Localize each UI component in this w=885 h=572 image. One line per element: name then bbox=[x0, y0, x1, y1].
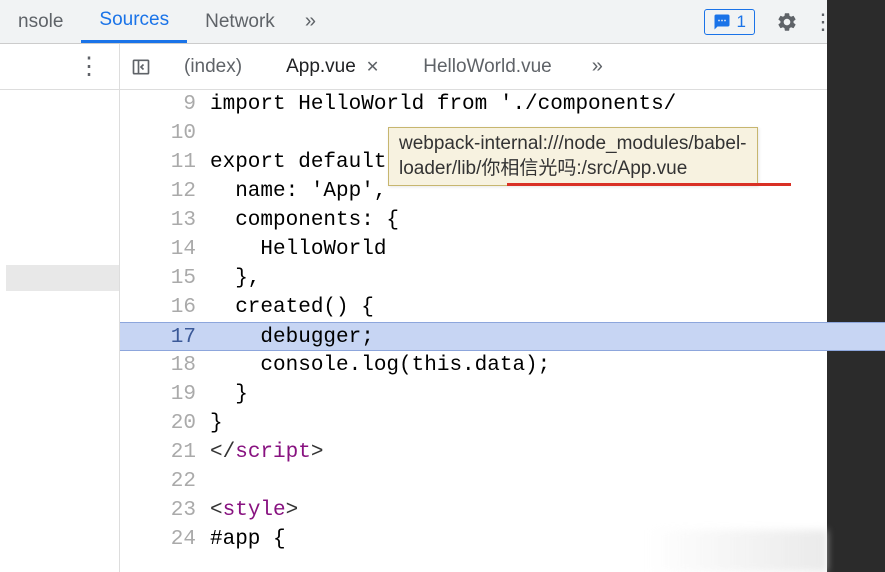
more-file-tabs-icon[interactable]: » bbox=[574, 55, 621, 78]
devtools-main-tabs: nsole Sources Network » 1 ⋮ bbox=[0, 0, 885, 44]
tab-network[interactable]: Network bbox=[187, 0, 293, 43]
line-number[interactable]: 18 bbox=[120, 351, 210, 380]
issues-count: 1 bbox=[737, 12, 746, 32]
line-number[interactable]: 14 bbox=[120, 235, 210, 264]
line-number[interactable]: 10 bbox=[120, 119, 210, 148]
tooltip-line-1: webpack-internal:///node_modules/babel- bbox=[399, 132, 747, 157]
line-number[interactable]: 11 bbox=[120, 148, 210, 177]
navigator-sidebar bbox=[0, 90, 120, 572]
file-tabs: (index) App.vue ✕ HelloWorld.vue » bbox=[162, 44, 885, 89]
line-number[interactable]: 17 bbox=[120, 323, 210, 350]
line-number[interactable]: 24 bbox=[120, 525, 210, 554]
code-line-22 bbox=[210, 467, 885, 496]
navigator-controls: ⋮ bbox=[0, 44, 120, 89]
sidebar-selected-item[interactable] bbox=[6, 265, 119, 291]
line-number[interactable]: 12 bbox=[120, 177, 210, 206]
tooltip-line-2: loader/lib/你相信光吗:/src/App.vue bbox=[399, 157, 747, 182]
navigator-menu-button[interactable]: ⋮ bbox=[77, 52, 101, 81]
red-underline-annotation bbox=[507, 183, 791, 186]
code-line-16: created() { bbox=[210, 293, 885, 322]
line-number[interactable]: 22 bbox=[120, 467, 210, 496]
sources-toolbar: ⋮ (index) App.vue ✕ HelloWorld.vue » bbox=[0, 44, 885, 90]
close-tab-icon[interactable]: ✕ bbox=[366, 57, 379, 77]
show-navigator-button[interactable] bbox=[120, 57, 162, 77]
tab-console[interactable]: nsole bbox=[0, 0, 81, 43]
code-line-13: components: { bbox=[210, 206, 885, 235]
code-line-14: HelloWorld bbox=[210, 235, 885, 264]
issues-badge[interactable]: 1 bbox=[704, 9, 755, 35]
code-line-17: debugger; bbox=[210, 323, 885, 350]
line-number[interactable]: 15 bbox=[120, 264, 210, 293]
code-line-9: import HelloWorld from './components/ bbox=[210, 90, 885, 119]
line-number[interactable]: 20 bbox=[120, 409, 210, 438]
tab-overflow-icon[interactable]: » bbox=[293, 10, 328, 33]
file-tab-label: App.vue bbox=[286, 56, 356, 78]
line-number[interactable]: 21 bbox=[120, 438, 210, 467]
code-line-20: } bbox=[210, 409, 885, 438]
line-number[interactable]: 9 bbox=[120, 90, 210, 119]
highlighted-line: 17 debugger; bbox=[120, 322, 885, 351]
code-line-21: </script> bbox=[210, 438, 885, 467]
line-number[interactable]: 16 bbox=[120, 293, 210, 322]
line-number[interactable]: 23 bbox=[120, 496, 210, 525]
blur-overlay bbox=[647, 530, 827, 572]
code-line-19: } bbox=[210, 380, 885, 409]
chat-icon bbox=[713, 13, 731, 31]
panel-left-icon bbox=[131, 57, 151, 77]
file-tab-helloworld-vue[interactable]: HelloWorld.vue bbox=[401, 44, 573, 89]
tab-sources[interactable]: Sources bbox=[81, 0, 187, 43]
file-path-tooltip: webpack-internal:///node_modules/babel- … bbox=[388, 127, 758, 186]
code-line-15: }, bbox=[210, 264, 885, 293]
file-tab-app-vue[interactable]: App.vue ✕ bbox=[264, 44, 401, 89]
settings-button[interactable] bbox=[769, 4, 805, 40]
file-tab-index[interactable]: (index) bbox=[162, 44, 264, 89]
code-line-18: console.log(this.data); bbox=[210, 351, 885, 380]
line-number[interactable]: 19 bbox=[120, 380, 210, 409]
line-number[interactable]: 13 bbox=[120, 206, 210, 235]
code-line-23: <style> bbox=[210, 496, 885, 525]
gear-icon bbox=[776, 11, 798, 33]
